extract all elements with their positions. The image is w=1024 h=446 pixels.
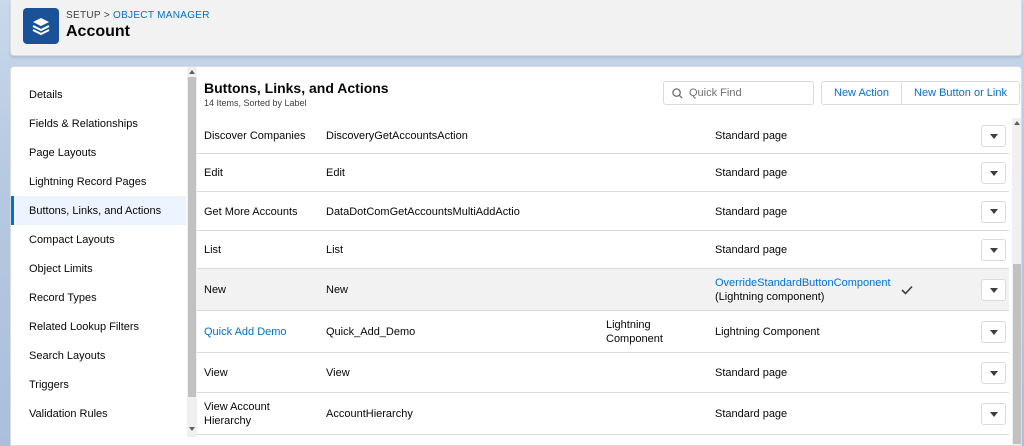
quick-find-input[interactable]	[689, 87, 809, 99]
row-api-name: DiscoveryGetAccountsAction	[326, 130, 468, 142]
row-api-name: New	[326, 284, 349, 296]
row-label[interactable]: Quick Add Demo	[204, 325, 287, 339]
main-card: Details Fields & Relationships Page Layout…	[10, 66, 1022, 446]
chevron-down-icon	[989, 133, 998, 139]
table-row: View Account Hierarchy AccountHierarchy Sta…	[197, 393, 1009, 435]
object-header: SETUP > OBJECT MANAGER Account	[10, 0, 1022, 56]
row-api-name: List	[326, 244, 344, 256]
sidebar-scrollbar[interactable]	[187, 67, 197, 437]
row-override: Standard page	[715, 167, 788, 179]
row-actions-menu-button[interactable]	[981, 403, 1006, 425]
row-override: Standard page	[715, 408, 788, 420]
table-row: Edit Edit Standard page	[197, 154, 1009, 192]
chevron-down-icon	[989, 329, 998, 335]
sidebar-item[interactable]: Record Types	[11, 283, 186, 312]
sidebar-item[interactable]: Search Layouts	[11, 341, 186, 370]
table-row: Discover Companies DiscoveryGetAccountsAc…	[197, 118, 1009, 154]
chevron-down-icon	[989, 370, 998, 376]
row-override: Standard page	[715, 367, 788, 379]
header-button-group: New Action New Button or Link	[821, 81, 1020, 105]
breadcrumb: SETUP > OBJECT MANAGER	[66, 10, 210, 21]
chevron-down-icon	[989, 170, 998, 176]
row-api-name: View	[326, 367, 350, 379]
row-actions-menu-button[interactable]	[981, 321, 1006, 343]
actions-table: View Account Hierarchy AccountHierarchy Sta…	[197, 118, 1021, 445]
breadcrumb-root: SETUP	[66, 10, 101, 21]
sidebar-item[interactable]: Triggers	[11, 370, 186, 399]
new-button-or-link-button[interactable]: New Button or Link	[901, 82, 1019, 104]
chevron-down-icon	[989, 209, 998, 214]
checkmark-icon	[901, 285, 913, 295]
new-action-button[interactable]: New Action	[822, 82, 902, 104]
row-type-line: Lightning	[606, 319, 651, 331]
sidebar-item[interactable]: Compact Layouts	[11, 225, 186, 254]
row-actions-menu-button[interactable]	[981, 125, 1006, 147]
row-override: OverrideStandardButtonComponent (Lightnin…	[715, 276, 891, 304]
row-label-line: Hierarchy	[204, 415, 252, 427]
sidebar-item[interactable]: Buttons, Links, and Actions	[11, 196, 186, 225]
row-label: List	[204, 244, 222, 256]
sidebar-item[interactable]: Object Limits	[11, 254, 186, 283]
content-panel: Buttons, Links, and Actions 14 Items, So…	[197, 67, 1021, 445]
row-api-name: Edit	[326, 167, 345, 179]
breadcrumb-object-manager-link[interactable]: OBJECT MANAGER	[113, 10, 210, 21]
section-title: Buttons, Links, and Actions	[204, 80, 389, 96]
layers-icon	[23, 8, 59, 44]
page-title: Account	[66, 23, 130, 40]
row-label: New	[204, 284, 227, 296]
row-override: Standard page	[715, 130, 788, 142]
breadcrumb-separator: >	[103, 10, 110, 21]
row-api-name: Quick_Add_Demo	[326, 326, 416, 338]
row-label: Discover Companies	[204, 130, 306, 142]
row-type: Lightning Component	[606, 318, 663, 346]
row-actions-menu-button[interactable]	[981, 279, 1006, 301]
table-row: View View Standard page	[197, 353, 1009, 393]
scroll-thumb[interactable]	[1013, 264, 1021, 444]
sidebar-item[interactable]: Fields & Relationships	[11, 109, 186, 138]
quick-find-box[interactable]	[663, 81, 814, 105]
table-row: New New OverrideStandardButtonComponent (Li…	[197, 269, 1009, 311]
row-actions-menu-button[interactable]	[981, 362, 1006, 384]
sidebar-item[interactable]: Page Layouts	[11, 138, 186, 167]
chevron-down-icon	[989, 247, 998, 253]
row-actions-menu-button[interactable]	[981, 239, 1006, 261]
sidebar-item[interactable]: Details	[11, 80, 186, 109]
row-api-name: AccountHierarchy	[326, 408, 413, 420]
table-scrollbar[interactable]	[1012, 118, 1021, 445]
row-label-line: View Account	[204, 401, 270, 413]
scroll-down-arrow-icon[interactable]	[189, 427, 195, 431]
row-override: Standard page	[715, 244, 788, 256]
row-override: Standard page	[715, 205, 788, 218]
override-subtext: (Lightning component)	[715, 291, 825, 303]
search-icon	[672, 87, 683, 99]
row-label: View Account Hierarchy	[204, 400, 270, 428]
row-label: View	[204, 367, 228, 379]
scroll-thumb[interactable]	[188, 77, 196, 397]
table-row: Quick Add Demo Quick_Add_Demo Lightning Com…	[197, 311, 1009, 353]
row-actions-menu-button[interactable]	[981, 200, 1006, 223]
row-override: Lightning Component	[715, 326, 820, 338]
override-link[interactable]: OverrideStandardButtonComponent	[715, 276, 891, 290]
sidebar-item[interactable]: Lightning Record Pages	[11, 167, 186, 196]
table-row: Get More Accounts DataDotComGetAccountsMu…	[197, 192, 1009, 231]
row-label: Get More Accounts	[204, 205, 298, 218]
sidebar-item[interactable]: Related Lookup Filters	[11, 312, 186, 341]
scroll-up-arrow-icon[interactable]	[189, 70, 195, 74]
scroll-up-arrow-icon[interactable]	[1014, 121, 1020, 125]
row-api-name: DataDotComGetAccountsMultiAddActio	[326, 205, 520, 218]
row-label: Edit	[204, 167, 223, 179]
table-row: List List Standard page	[197, 231, 1009, 269]
row-actions-menu-button[interactable]	[981, 162, 1006, 184]
chevron-down-icon	[989, 411, 998, 417]
sidebar-item[interactable]: Validation Rules	[11, 399, 186, 428]
section-subtitle: 14 Items, Sorted by Label	[204, 98, 307, 108]
row-type-line: Component	[606, 333, 663, 345]
chevron-down-icon	[989, 287, 998, 293]
sidebar: Details Fields & Relationships Page Layout…	[11, 67, 186, 445]
